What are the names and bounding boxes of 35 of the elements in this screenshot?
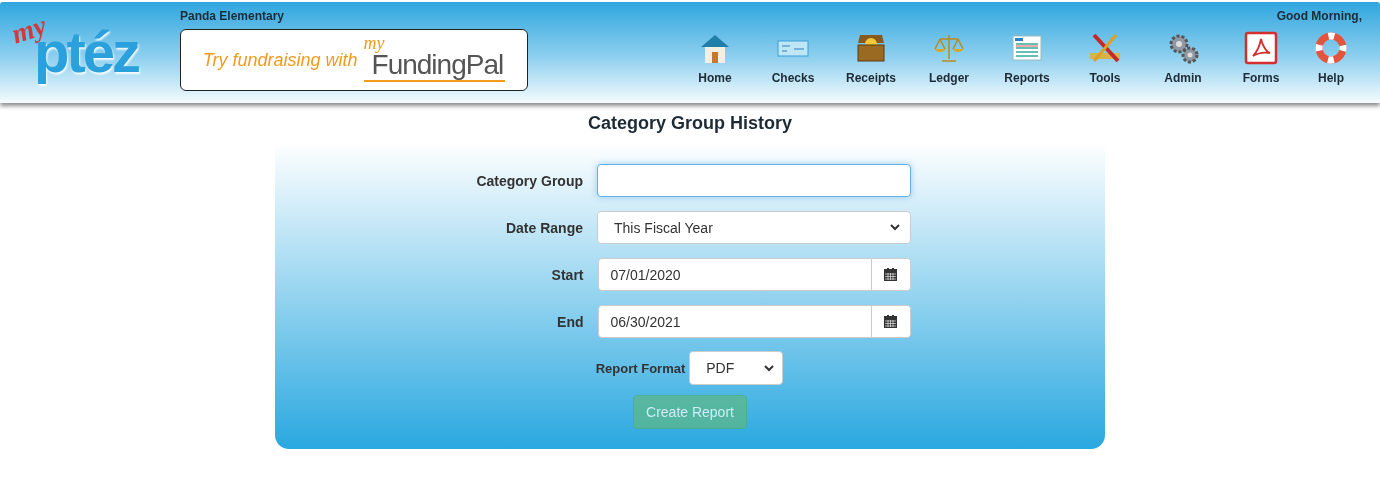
calendar-icon (884, 268, 897, 281)
text-field[interactable] (597, 164, 911, 197)
nav-item[interactable]: Receipts (832, 31, 910, 85)
calendar-icon (884, 315, 897, 328)
greeting: Good Morning, (1276, 9, 1362, 23)
nav-item[interactable]: Forms (1222, 31, 1300, 85)
nav-item[interactable]: Reports (988, 31, 1066, 85)
page-title: Category Group History (587, 113, 793, 134)
select-field[interactable]: PDF (689, 351, 784, 385)
nav-item[interactable]: Admin (1144, 31, 1222, 85)
nav-item[interactable]: Tools (1066, 31, 1144, 85)
date-field[interactable]: 07/01/2020 (597, 258, 911, 291)
caret-icon (764, 364, 775, 372)
select-field[interactable]: This Fiscal Year (597, 211, 911, 244)
banner-text: Try fundraising with (202, 49, 358, 71)
field-label: Category Group (475, 172, 583, 189)
nav-item[interactable]: Home (676, 31, 754, 85)
lifebuoy-icon (1314, 31, 1348, 65)
field-label: End (556, 313, 584, 330)
field-label: Start (550, 266, 584, 283)
date-field[interactable]: 06/30/2021 (597, 305, 911, 338)
nav-item[interactable]: Checks (754, 31, 832, 85)
pencil-ruler-icon (1088, 31, 1122, 65)
nav-item[interactable]: Help (1300, 31, 1362, 85)
field-label: Date Range (504, 219, 583, 236)
logo: my ptéz (12, 14, 140, 86)
caret-icon (890, 224, 900, 231)
nav-item[interactable]: Ledger (910, 31, 988, 85)
school-name: Panda Elementary (180, 9, 286, 23)
calendar-button[interactable] (870, 306, 910, 337)
calendar-button[interactable] (870, 259, 910, 290)
field-label: Report Format (595, 360, 686, 376)
fundraising-banner[interactable]: Try fundraising with my FundingPal (180, 29, 528, 91)
pdf-icon (1244, 31, 1278, 65)
brand-logo: my FundingPal (363, 39, 506, 81)
